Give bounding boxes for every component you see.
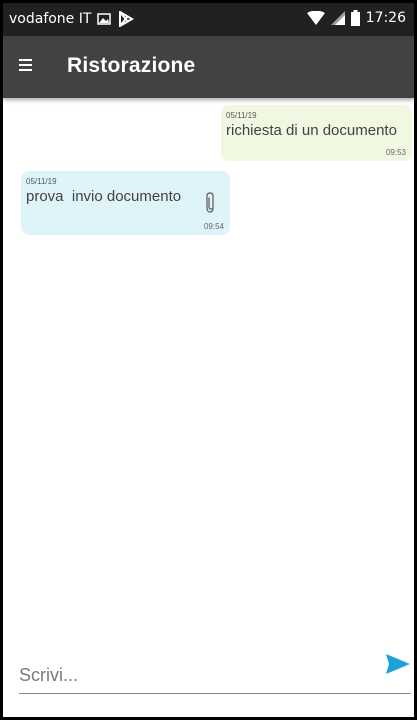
battery-icon: [350, 10, 360, 26]
message-list[interactable]: 05/11/19 richiesta di un documento 09:53…: [3, 98, 414, 638]
status-time: 17:26: [365, 10, 406, 26]
message-time: 09:53: [385, 148, 406, 157]
message-date: 05/11/19: [26, 177, 57, 186]
paperclip-icon[interactable]: [203, 191, 217, 215]
message-input[interactable]: [19, 661, 369, 689]
carrier-label: vodafone IT: [9, 11, 92, 27]
message-text: prova invio documento: [26, 188, 182, 205]
image-notification-icon: [97, 13, 112, 25]
phone-screen: vodafone IT 17:26 Ristorazione 05/11/19 …: [0, 0, 417, 720]
signal-icon: [330, 11, 345, 25]
message-bubble-sent[interactable]: 05/11/19 richiesta di un documento 09:53: [221, 105, 412, 161]
status-right: 17:26: [306, 10, 406, 26]
message-composer: [19, 651, 413, 695]
message-text: richiesta di un documento: [226, 122, 397, 139]
play-store-icon: [119, 11, 135, 27]
message-time: 09:54: [203, 222, 224, 231]
app-bar: Ristorazione: [3, 36, 414, 98]
send-button[interactable]: [385, 653, 411, 675]
message-date: 05/11/19: [226, 111, 257, 120]
wifi-icon: [306, 11, 325, 25]
input-underline: [19, 693, 411, 694]
page-title: Ristorazione: [67, 54, 196, 77]
status-bar: vodafone IT 17:26: [3, 3, 414, 36]
hamburger-menu-icon[interactable]: [15, 52, 41, 78]
status-left: vodafone IT: [9, 11, 135, 27]
message-bubble-received[interactable]: 05/11/19 prova invio documento 09:54: [21, 171, 230, 235]
send-icon: [386, 654, 410, 674]
